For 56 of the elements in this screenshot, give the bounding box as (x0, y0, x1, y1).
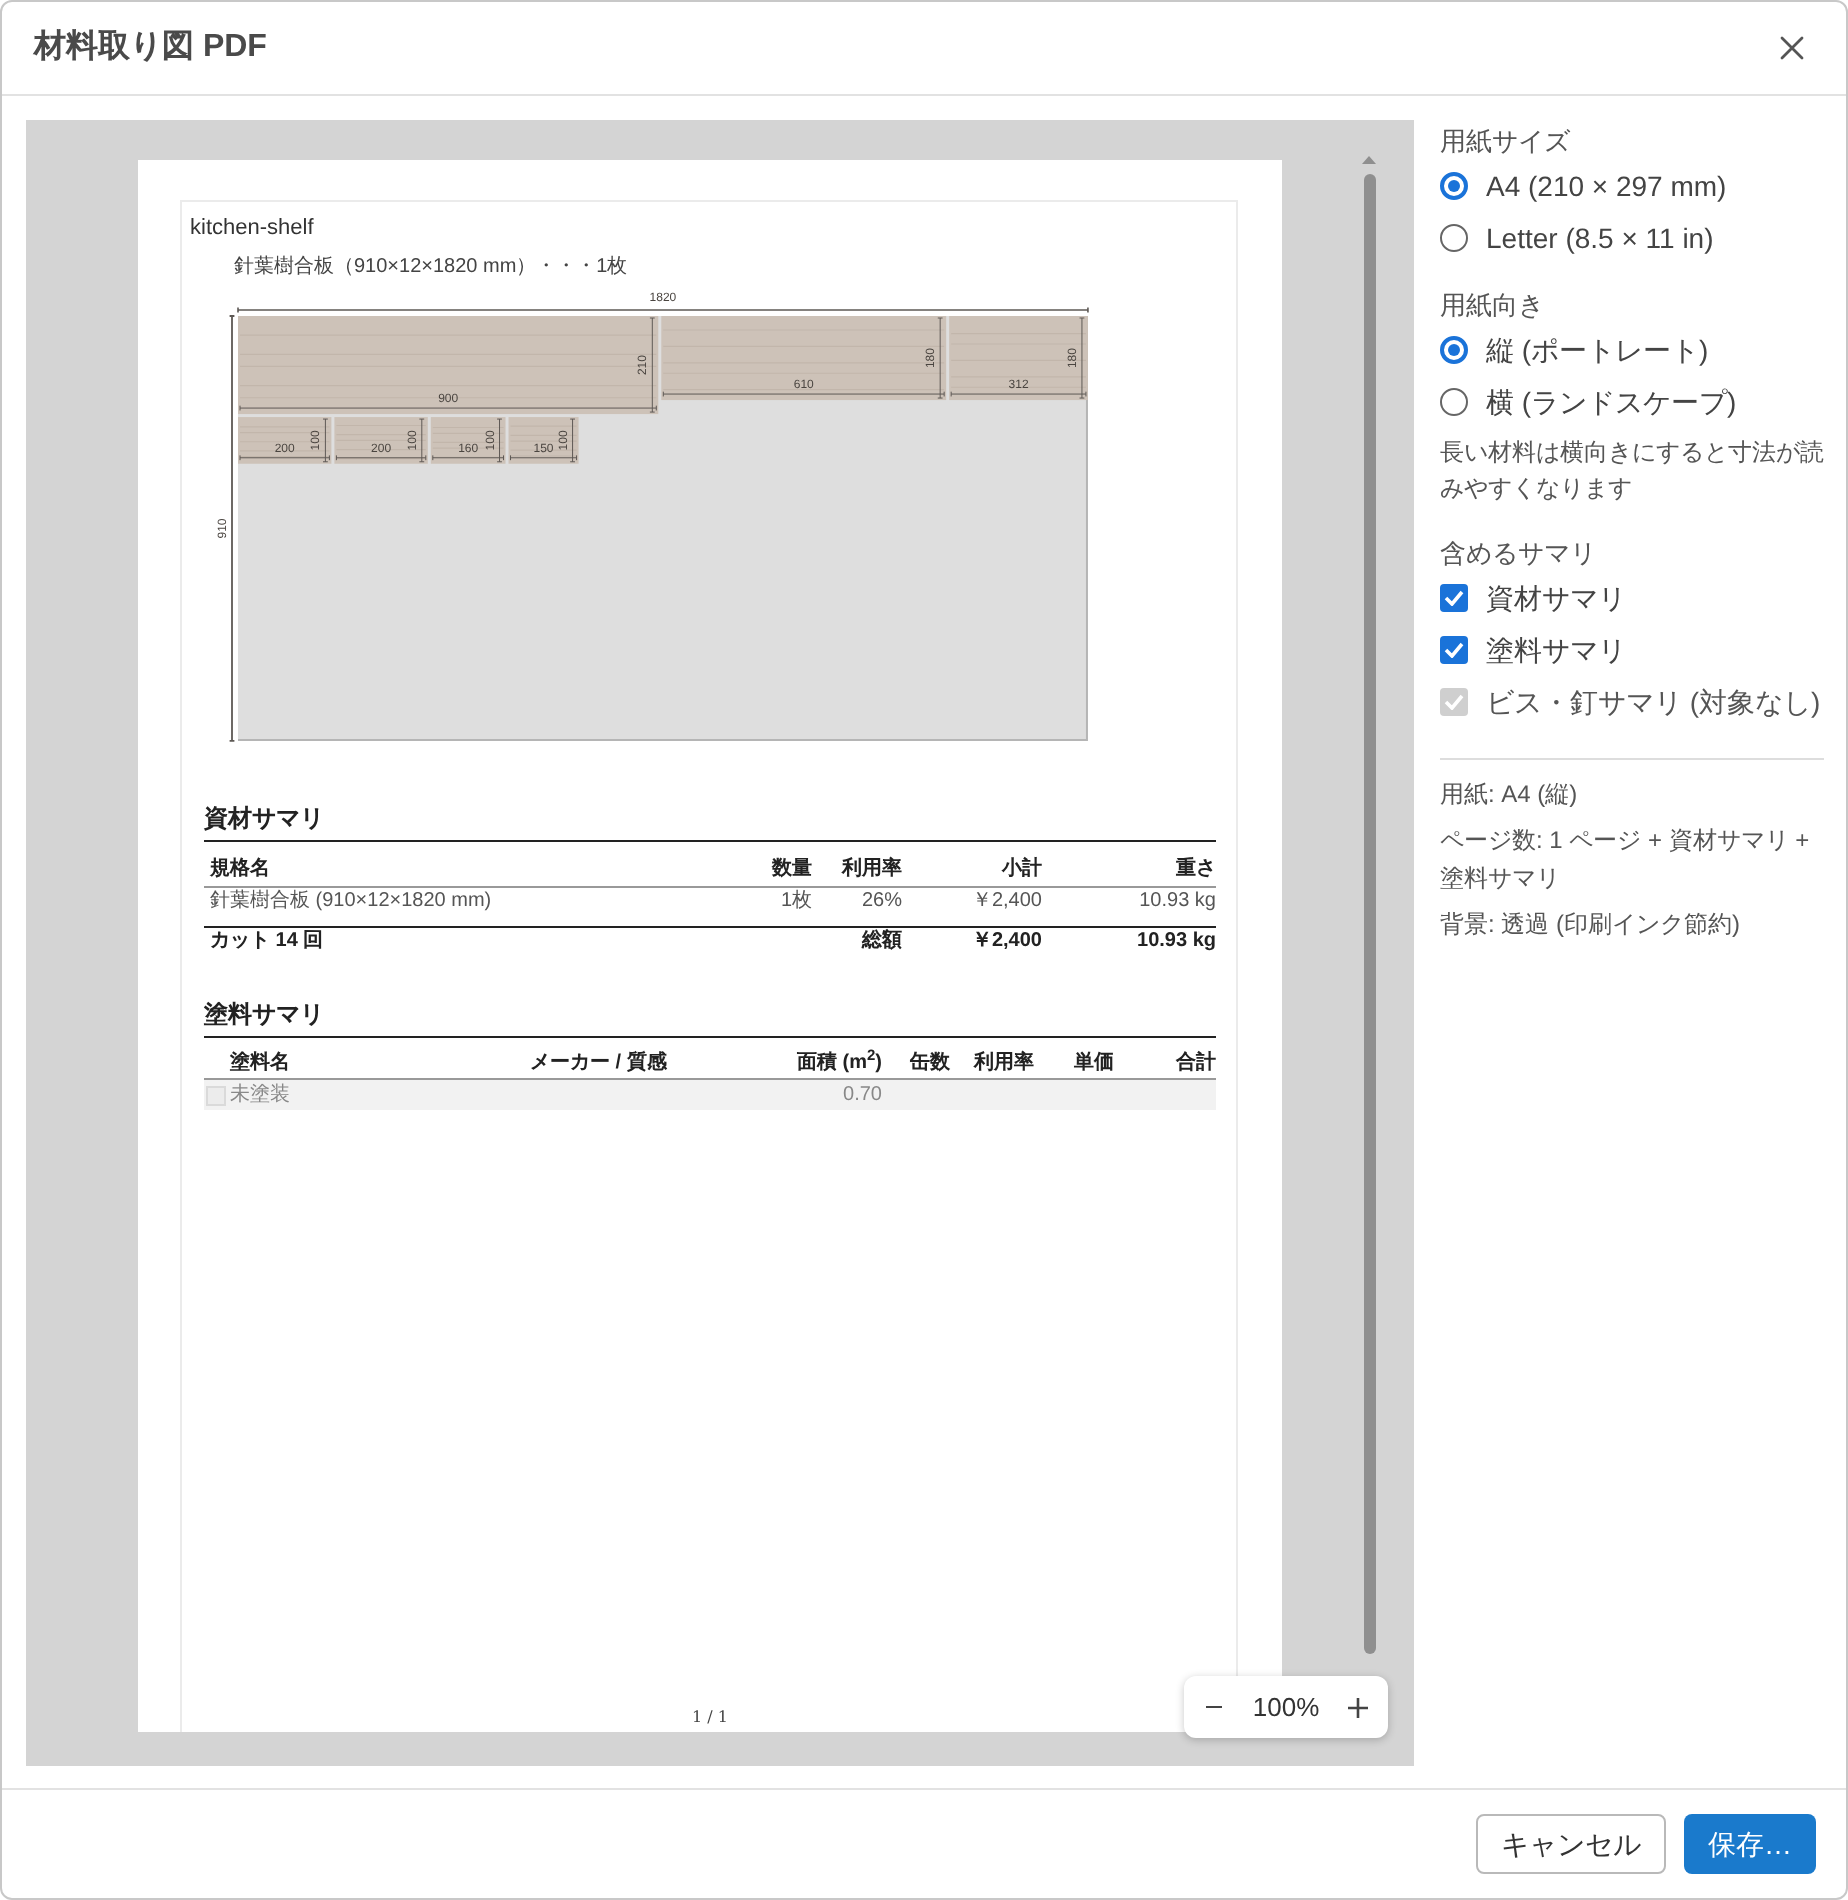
checkbox-label: 資材サマリ (1486, 580, 1626, 616)
table-header-cell-text: 缶数 (908, 1050, 950, 1076)
table-cell-text: 1枚 (778, 888, 812, 914)
table-cell-text: ￥2,400 (969, 888, 1042, 914)
table-header-cell-text: 単価 (1072, 1050, 1114, 1076)
minus-icon (1206, 1705, 1222, 1709)
table-cell-text: 0.70 (841, 1082, 882, 1108)
table-header-cell-text: 合計 (1174, 1050, 1216, 1076)
table-footer-cell-text: 総額 (859, 928, 902, 954)
checkbox[interactable] (1440, 584, 1468, 612)
dialog-title: 材料取り図 PDF (34, 28, 267, 68)
table-header-cell-text: 数量 (769, 856, 812, 882)
section-label: 用紙サイズ (1440, 124, 1572, 160)
cancel-button[interactable]: キャンセル (1476, 1814, 1666, 1874)
table-header-cell-text: メーカー / 質感 (528, 1050, 669, 1076)
page-number: 1 / 1 (692, 1708, 728, 1728)
section-label: 用紙向き (1440, 288, 1546, 324)
hint-text: 長い材料は横向きにすると寸法が読みやすくなります (1440, 436, 1824, 506)
close-icon (1780, 36, 1804, 60)
radio-button[interactable] (1440, 172, 1468, 200)
scrollbar-thumb[interactable] (1363, 174, 1375, 1654)
section-title: 資材サマリ (204, 802, 324, 834)
table-footer-cell-text: カット 14 回 (208, 928, 326, 954)
table-header-cell-text: 利用率 (971, 1050, 1034, 1076)
info-text: 背景: 透過 (印刷インク節約) (1440, 908, 1742, 942)
section-title: 塗料サマリ (204, 998, 324, 1030)
checkbox-label: 塗料サマリ (1486, 632, 1626, 668)
table-header-cell-text: 小計 (999, 856, 1042, 882)
table-header-cell-text: 重さ (1174, 856, 1216, 882)
project-name: kitchen-shelf (190, 214, 314, 242)
table-cell: 未塗装 (230, 1082, 290, 1108)
table-cell-text: 26% (859, 888, 902, 914)
table-cell-text: 針葉樹合板 (910×12×1820 mm) (208, 888, 494, 914)
table-footer-cell-text: ￥2,400 (969, 928, 1042, 954)
radio-button[interactable] (1440, 336, 1468, 364)
radio-button[interactable] (1440, 224, 1468, 252)
table-footer-cell-text: 10.93 kg (1135, 928, 1216, 954)
plus-icon (1348, 1697, 1368, 1717)
save-button[interactable]: 保存… (1684, 1814, 1816, 1874)
info-text: ページ数: 1 ページ + 資材サマリ + 塗料サマリ (1440, 824, 1812, 896)
radio-label: 縦 (ポートレート) (1486, 332, 1709, 368)
table-header-cell-text: 塗料名 (228, 1050, 292, 1076)
sheet-label: 針葉樹合板（910×12×1820 mm）・・・1枚 (234, 254, 628, 282)
table-header-cell-text: 面積 (m$^{2}$) (794, 1050, 882, 1076)
table-cell-text: 10.93 kg (1137, 888, 1216, 914)
info-text: 用紙: A4 (縦) (1440, 778, 1580, 812)
table-header-cell-text: 規格名 (208, 856, 272, 882)
zoom-level: 100% (1252, 1691, 1320, 1723)
radio-label: 横 (ランドスケープ) (1486, 384, 1737, 420)
checkbox[interactable] (1440, 636, 1468, 664)
radio-label: Letter (8.5 × 11 in) (1486, 220, 1714, 256)
radio-button[interactable] (1440, 388, 1468, 416)
table-header-cell-text: 利用率 (839, 856, 902, 882)
checkbox-label: ビス・釘サマリ (対象なし) (1486, 684, 1821, 720)
section-label: 含めるサマリ (1440, 536, 1598, 572)
radio-label: A4 (210 × 297 mm) (1486, 168, 1727, 204)
